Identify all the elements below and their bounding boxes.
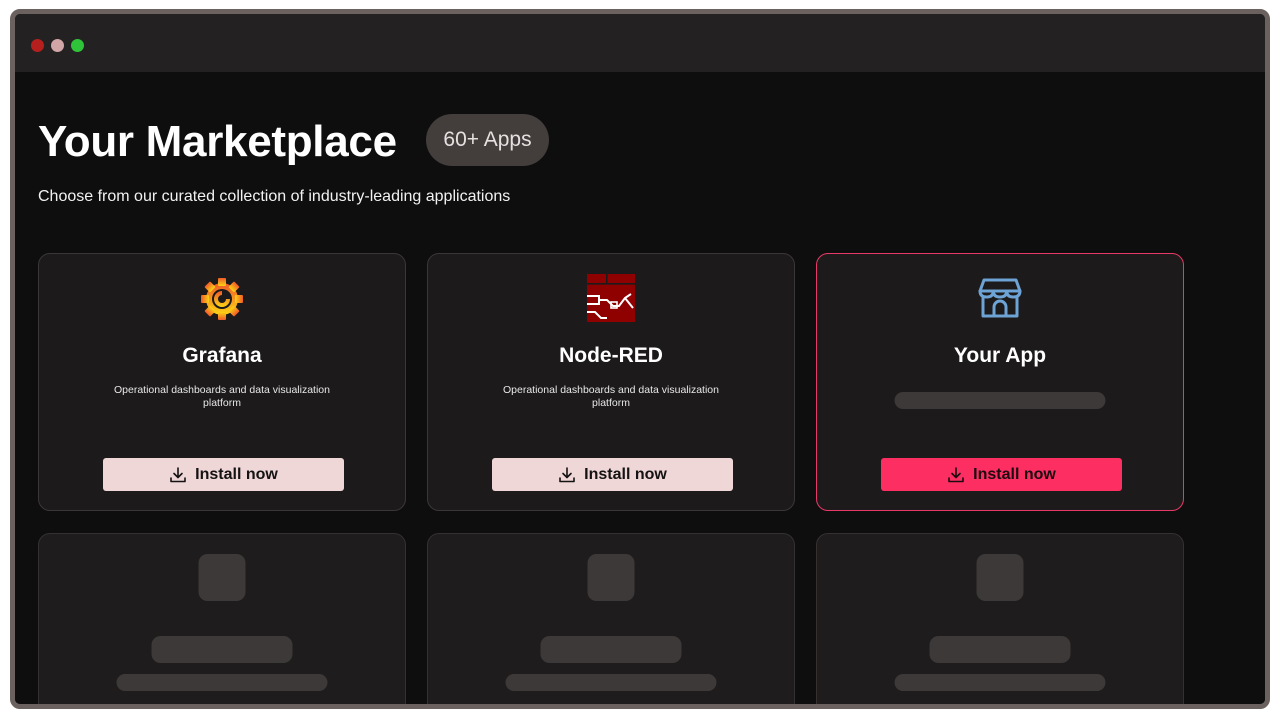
title-placeholder bbox=[929, 636, 1071, 663]
app-card-grafana: Grafana Operational dashboards and data … bbox=[38, 253, 406, 511]
loading-card-placeholder bbox=[427, 533, 795, 704]
download-icon bbox=[559, 466, 575, 482]
maximize-window-button[interactable] bbox=[71, 39, 84, 52]
app-name: Grafana bbox=[182, 344, 262, 367]
description-placeholder bbox=[894, 674, 1106, 691]
install-button-label: Install now bbox=[584, 465, 667, 483]
app-count-badge: 60+ Apps bbox=[426, 114, 549, 166]
app-name: Node-RED bbox=[559, 344, 663, 367]
app-card-node-red: Node-RED Operational dashboards and data… bbox=[427, 253, 795, 511]
app-description: Operational dashboards and data visualiz… bbox=[503, 384, 719, 409]
node-red-logo-icon bbox=[587, 274, 635, 322]
title-placeholder bbox=[540, 636, 682, 663]
download-icon bbox=[170, 466, 186, 482]
install-button-label: Install now bbox=[973, 465, 1056, 483]
app-window: Your Marketplace 60+ Apps Choose from ou… bbox=[10, 9, 1270, 709]
marketplace-content: Your Marketplace 60+ Apps Choose from ou… bbox=[15, 72, 1265, 704]
storefront-icon bbox=[978, 278, 1022, 318]
description-placeholder bbox=[894, 392, 1106, 409]
grafana-logo-icon bbox=[201, 278, 243, 320]
loading-card-placeholder bbox=[816, 533, 1184, 704]
page-subtitle: Choose from our curated collection of in… bbox=[38, 188, 511, 205]
install-your-app-button[interactable]: Install now bbox=[881, 458, 1122, 491]
page-title: Your Marketplace bbox=[38, 117, 397, 166]
icon-placeholder bbox=[587, 554, 635, 601]
install-button-label: Install now bbox=[195, 465, 278, 483]
app-name: Your App bbox=[953, 344, 1047, 367]
icon-placeholder bbox=[976, 554, 1024, 601]
loading-card-placeholder bbox=[38, 533, 406, 704]
title-placeholder bbox=[151, 636, 293, 663]
description-placeholder bbox=[505, 674, 717, 691]
app-card-your-app: Your App Install now bbox=[816, 253, 1184, 511]
minimize-window-button[interactable] bbox=[51, 39, 64, 52]
download-icon bbox=[948, 466, 964, 482]
icon-placeholder bbox=[198, 554, 246, 601]
description-placeholder bbox=[116, 674, 328, 691]
app-description: Operational dashboards and data visualiz… bbox=[114, 384, 330, 409]
close-window-button[interactable] bbox=[31, 39, 44, 52]
install-node-red-button[interactable]: Install now bbox=[492, 458, 733, 491]
window-titlebar bbox=[15, 14, 1265, 72]
install-grafana-button[interactable]: Install now bbox=[103, 458, 344, 491]
